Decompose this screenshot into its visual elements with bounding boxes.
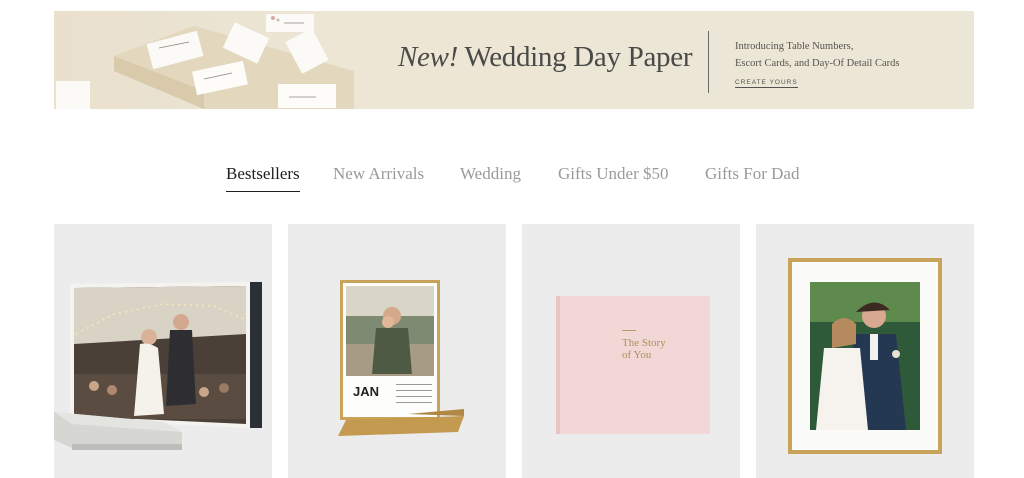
photo-book-image [54,224,272,478]
gold-frame-image [756,224,974,478]
banner-description-line: Introducing Table Numbers, [735,41,854,52]
banner-headline-emphasis: New! [398,41,459,73]
banner-divider [708,31,709,93]
category-tabs: Bestsellers New Arrivals Wedding Gifts U… [0,164,1024,196]
tab-wedding[interactable]: Wedding [460,164,521,191]
paper-cards-illustration [56,14,354,109]
promo-banner[interactable]: New! Wedding Day Paper Introducing Table… [54,11,974,109]
banner-headline-text: Wedding Day Paper [464,41,693,73]
tab-new-arrivals[interactable]: New Arrivals [333,164,424,191]
tab-bestsellers[interactable]: Bestsellers [226,164,300,192]
tab-gifts-under-50[interactable]: Gifts Under $50 [558,164,668,191]
banner-headline: New! Wedding Day Paper [398,41,692,74]
calendar-image: JAN [288,224,506,478]
product-card-gold-frame[interactable] [756,224,974,478]
book-cover-title-line: The Story [622,337,666,349]
banner-description: Introducing Table Numbers, Escort Cards,… [735,38,945,72]
create-yours-link[interactable]: CREATE YOURS [735,79,798,88]
linen-book-image: The Story of You [522,224,740,478]
product-card-photo-book[interactable] [54,224,272,478]
banner-description-line: Escort Cards, and Day-Of Detail Cards [735,58,900,69]
tab-gifts-for-dad[interactable]: Gifts For Dad [705,164,799,191]
product-card-calendar[interactable]: JAN [288,224,506,478]
product-card-linen-book[interactable]: The Story of You [522,224,740,478]
book-cover-title-line: of You [622,349,652,361]
calendar-month-label: JAN [353,384,379,399]
